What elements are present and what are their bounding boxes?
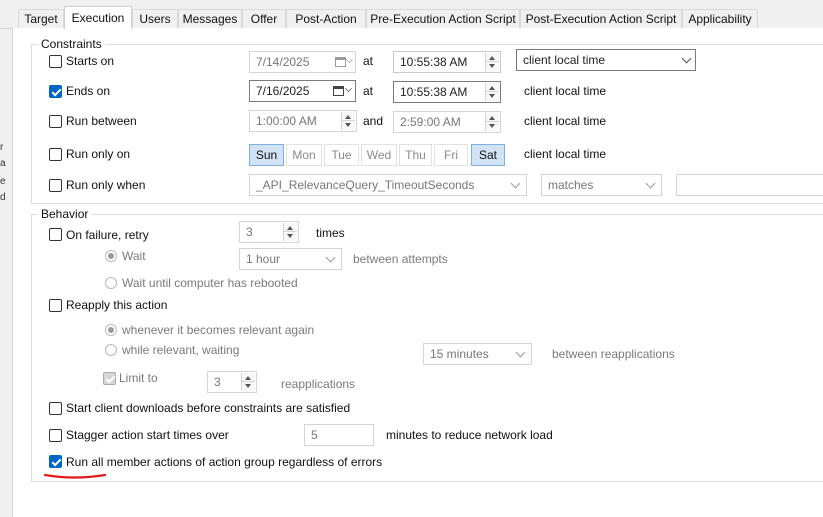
- clipped-text: r: [0, 142, 4, 153]
- run-all-members-label: Run all member actions of action group r…: [66, 455, 383, 469]
- limit-to-checkbox[interactable]: [103, 372, 116, 385]
- chevron-down-icon: [510, 178, 521, 189]
- run-only-when-label: Run only when: [66, 178, 146, 192]
- calendar-icon[interactable]: [333, 86, 344, 96]
- reapply-while-radio[interactable]: [105, 344, 117, 356]
- stagger-minutes-input[interactable]: 5: [304, 424, 374, 446]
- tab-execution[interactable]: Execution: [64, 6, 132, 29]
- between-reapplications-label: between reapplications: [552, 347, 675, 361]
- reapply-whenever-radio[interactable]: [105, 324, 117, 336]
- day-sat-toggle[interactable]: Sat: [471, 144, 505, 166]
- tab-post-action[interactable]: Post-Action: [286, 9, 366, 28]
- limit-to-label: Limit to: [119, 371, 158, 385]
- tab-pre-execution-script[interactable]: Pre-Execution Action Script: [366, 9, 520, 28]
- reapply-whenever-label: whenever it becomes relevant again: [122, 323, 315, 337]
- reapply-label: Reapply this action: [66, 298, 168, 312]
- wait-reboot-label: Wait until computer has rebooted: [122, 276, 298, 290]
- red-underline-annotation: [44, 473, 106, 479]
- left-pane-edge: [0, 130, 12, 517]
- ends-on-date[interactable]: 7/16/2025: [249, 80, 356, 102]
- reapply-while-label: while relevant, waiting: [122, 343, 240, 357]
- time-spinner[interactable]: [485, 53, 499, 71]
- ends-on-checkbox[interactable]: [49, 85, 62, 98]
- day-fri-toggle[interactable]: Fri: [434, 144, 468, 166]
- reapply-checkbox[interactable]: [49, 299, 62, 312]
- tab-bar: Target Execution Users Messages Offer Po…: [0, 0, 823, 29]
- run-between-and-label: and: [363, 114, 384, 128]
- day-sun-toggle[interactable]: Sun: [249, 144, 284, 166]
- starts-on-at-label: at: [363, 54, 374, 68]
- wait-label: Wait: [122, 249, 146, 263]
- start-downloads-checkbox[interactable]: [49, 402, 62, 415]
- reapplications-label: reapplications: [281, 377, 356, 391]
- chevron-down-icon: [515, 347, 526, 358]
- chevron-down-icon: [345, 85, 352, 92]
- constraints-legend: Constraints: [38, 37, 105, 51]
- stagger-label: Stagger action start times over: [66, 428, 229, 442]
- day-tue-toggle[interactable]: Tue: [324, 144, 359, 166]
- starts-on-checkbox[interactable]: [49, 55, 62, 68]
- run-only-on-label: Run only on: [66, 147, 131, 161]
- wait-radio[interactable]: [105, 250, 117, 262]
- run-only-on-checkbox[interactable]: [49, 148, 62, 161]
- run-between-label: Run between: [66, 114, 137, 128]
- chevron-down-icon: [681, 53, 692, 64]
- wait-reboot-radio[interactable]: [105, 277, 117, 289]
- limit-count-spinner[interactable]: [241, 373, 255, 391]
- stagger-checkbox[interactable]: [49, 429, 62, 442]
- value-input[interactable]: [676, 174, 823, 196]
- retry-count-spinner[interactable]: [283, 223, 297, 241]
- ends-on-at-label: at: [363, 84, 374, 98]
- chevron-down-icon: [645, 178, 656, 189]
- operator-select[interactable]: matches: [541, 174, 662, 196]
- clipped-text: a: [0, 158, 6, 169]
- start-downloads-label: Start client downloads before constraint…: [66, 401, 351, 415]
- clipped-text: d: [0, 192, 6, 203]
- behavior-legend: Behavior: [38, 207, 92, 221]
- tab-applicability[interactable]: Applicability: [682, 9, 758, 28]
- property-select[interactable]: _API_RelevanceQuery_TimeoutSeconds: [249, 174, 527, 196]
- wait-interval-select[interactable]: 1 hour: [239, 248, 342, 270]
- timezone-select[interactable]: client local time: [516, 49, 696, 71]
- run-between-timezone: client local time: [524, 114, 607, 128]
- chevron-down-icon: [346, 56, 353, 63]
- day-mon-toggle[interactable]: Mon: [286, 144, 322, 166]
- ends-on-label: Ends on: [66, 84, 111, 98]
- retry-count-input[interactable]: 3: [239, 221, 299, 243]
- limit-count-input[interactable]: 3: [207, 371, 257, 393]
- run-only-when-checkbox[interactable]: [49, 179, 62, 192]
- run-between-checkbox[interactable]: [49, 115, 62, 128]
- calendar-icon[interactable]: [335, 57, 346, 67]
- tab-users[interactable]: Users: [132, 9, 178, 28]
- ends-on-time[interactable]: 10:55:38 AM: [393, 81, 501, 103]
- time-spinner[interactable]: [341, 112, 355, 130]
- tab-post-execution-script[interactable]: Post-Execution Action Script: [520, 9, 682, 28]
- starts-on-time[interactable]: 10:55:38 AM: [393, 51, 501, 73]
- between-attempts-label: between attempts: [353, 252, 448, 266]
- time-spinner[interactable]: [485, 113, 499, 131]
- on-failure-retry-checkbox[interactable]: [49, 228, 62, 241]
- day-wed-toggle[interactable]: Wed: [361, 144, 397, 166]
- day-thu-toggle[interactable]: Thu: [399, 144, 432, 166]
- clipped-text: e: [0, 176, 6, 187]
- chevron-down-icon: [325, 252, 336, 263]
- run-between-from[interactable]: 1:00:00 AM: [249, 110, 357, 132]
- run-all-members-checkbox[interactable]: [49, 455, 62, 468]
- tab-offer[interactable]: Offer: [242, 9, 286, 28]
- run-only-on-timezone: client local time: [524, 147, 607, 161]
- stagger-suffix-label: minutes to reduce network load: [386, 428, 553, 442]
- ends-on-timezone: client local time: [524, 84, 607, 98]
- on-failure-retry-label: On failure, retry: [66, 228, 149, 242]
- time-spinner[interactable]: [485, 83, 499, 101]
- starts-on-date[interactable]: 7/14/2025: [249, 51, 356, 73]
- reapply-interval-select[interactable]: 15 minutes: [423, 343, 532, 365]
- run-between-to[interactable]: 2:59:00 AM: [393, 111, 501, 133]
- times-label: times: [316, 226, 345, 240]
- tab-target[interactable]: Target: [18, 9, 64, 28]
- tab-messages[interactable]: Messages: [178, 9, 242, 28]
- starts-on-label: Starts on: [66, 54, 115, 68]
